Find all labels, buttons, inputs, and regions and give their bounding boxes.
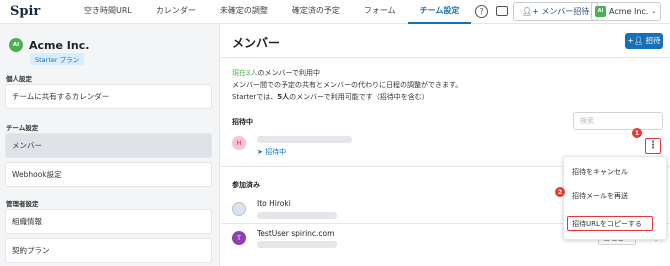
section-label-team: チーム設定 — [6, 124, 39, 132]
step-badge-1: 1 — [632, 128, 642, 138]
member-name: Ito Hiroki — [257, 199, 291, 208]
help-icon[interactable]: ? — [475, 5, 488, 18]
org-header: AI Acme Inc. — [9, 38, 89, 52]
redacted-email — [257, 241, 337, 248]
top-bar: Spir 空き時間URL カレンダー 未確定の調整 確定済の予定 フォーム チー… — [0, 0, 670, 24]
tab-form[interactable]: フォーム — [352, 0, 408, 24]
sidebar-item-contract-plan[interactable]: 契約プラン — [5, 238, 212, 263]
pending-avatar: H — [232, 136, 246, 150]
members-panel: メンバー +👤︎ 招待 現在3人のメンバーで利用中 メンバー間での予定の共有とメ… — [221, 24, 670, 266]
menu-item-cancel-invite[interactable]: 招待をキャンセル — [572, 167, 628, 177]
tab-availability-url[interactable]: 空き時間URL — [72, 0, 144, 24]
org-badge-icon: AI — [595, 6, 606, 17]
member-options-menu: 招待をキャンセル 招待メールを再送 招待URLをコピーする — [563, 156, 667, 240]
page-title: メンバー — [232, 36, 281, 50]
tab-confirmed[interactable]: 確定済の予定 — [280, 0, 352, 24]
chevron-down-icon: ⌄ — [651, 8, 657, 15]
top-icons: ? — [475, 5, 508, 18]
tab-calendar[interactable]: カレンダー — [144, 0, 208, 24]
menu-item-resend-invite[interactable]: 招待メールを再送 — [572, 191, 628, 201]
plan-badge: Starter プラン — [30, 53, 85, 65]
add-invite-button[interactable]: +👤︎ 招待 — [625, 33, 663, 49]
org-avatar: AI — [9, 38, 23, 52]
section-label-personal: 個人設定 — [6, 75, 32, 83]
avatar: T — [232, 231, 246, 245]
redacted-email — [257, 212, 337, 219]
add-person-icon: 👤︎+ — [522, 7, 542, 16]
pending-status: ➤ 招待中 — [257, 148, 287, 156]
member-search-input[interactable]: 検索 — [573, 112, 663, 130]
add-person-icon: +👤︎ — [627, 36, 646, 45]
settings-sidebar: AI Acme Inc. Starter プラン 個人設定 チームに共有するカレ… — [0, 24, 220, 266]
section-label-admin: 管理者設定 — [6, 200, 39, 208]
redacted-email — [257, 136, 352, 143]
send-icon: ➤ — [257, 148, 266, 156]
avatar — [232, 202, 246, 216]
sidebar-item-members[interactable]: メンバー — [5, 133, 212, 158]
menu-item-copy-invite-url[interactable]: 招待URLをコピーする — [572, 219, 642, 229]
invite-member-button[interactable]: 👤︎+ メンバー招待 — [513, 2, 599, 21]
tab-team-settings[interactable]: チーム設定 — [407, 0, 472, 24]
member-name: TestUser spirinc.com — [257, 229, 335, 238]
tab-unconfirmed[interactable]: 未確定の調整 — [208, 0, 280, 24]
joined-heading: 参加済み — [232, 181, 260, 189]
step-badge-2: 2 — [555, 187, 565, 197]
sidebar-item-webhook[interactable]: Webhook設定 — [5, 162, 212, 187]
sidebar-item-shared-calendar[interactable]: チームに共有するカレンダー — [5, 84, 212, 109]
pending-heading: 招待中 — [232, 118, 253, 126]
chat-icon[interactable] — [496, 6, 508, 16]
org-switcher-button[interactable]: AI Acme Inc. ⌄ — [591, 2, 661, 21]
main-nav: 空き時間URL カレンダー 未確定の調整 確定済の予定 フォーム チーム設定 — [72, 0, 472, 24]
app-logo[interactable]: Spir — [10, 4, 40, 19]
member-count: 現在3人 — [232, 69, 258, 77]
org-name: Acme Inc. — [29, 38, 90, 52]
member-info-text: 現在3人のメンバーで利用中 メンバー間での予定の共有とメンバーの代わりに日程の調… — [232, 69, 463, 101]
sidebar-item-org-info[interactable]: 組織情報 — [5, 209, 212, 234]
divider — [221, 57, 670, 58]
more-options-icon[interactable]: ⋮ — [645, 138, 661, 154]
